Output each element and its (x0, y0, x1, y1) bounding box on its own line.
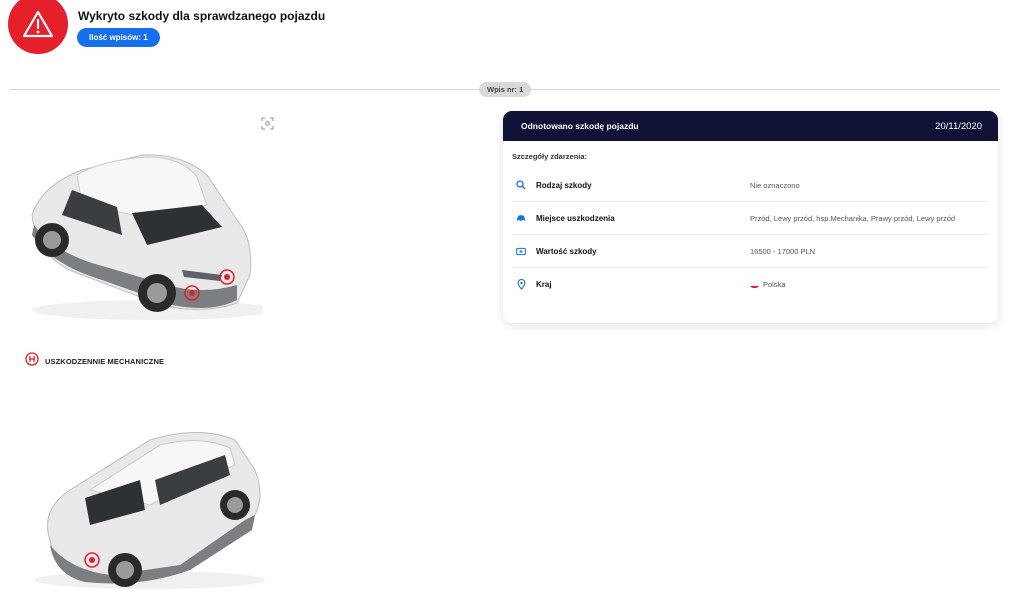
car-icon (516, 213, 526, 223)
car-image-rear (30, 420, 270, 595)
detail-label: Rodzaj szkody (536, 180, 592, 190)
detail-value-country: Polska (750, 280, 786, 289)
detail-row-damage-value: Wartość szkody 16500 - 17000 PLN (512, 235, 989, 268)
location-pin-icon (516, 279, 526, 290)
page-title: Wykryto szkody dla sprawdzanego pojazdu (78, 9, 326, 23)
card-date: 20/11/2020 (935, 120, 982, 132)
damage-legend: USZKODZENNIE MECHANICZNE (25, 352, 164, 371)
details-list: Rodzaj szkody Nie oznaczono Miejsce uszk… (512, 169, 989, 301)
mechanical-damage-icon (25, 352, 39, 371)
search-icon (516, 180, 526, 190)
card-subtitle: Szczegóły zdarzenia: (512, 152, 588, 161)
detail-value: 16500 - 17000 PLN (750, 246, 816, 256)
money-icon (516, 246, 526, 256)
card-header: Odnotowano szkodę pojazdu 20/11/2020 (503, 111, 998, 141)
fullscreen-icon[interactable] (261, 117, 274, 130)
poland-flag-icon (750, 282, 759, 288)
detail-value: Przód, Lewy przód, hsp.Mechanika, Prawy … (750, 213, 956, 223)
damage-details-card: Odnotowano szkodę pojazdu 20/11/2020 Szc… (503, 111, 998, 323)
entry-count-badge: Ilość wpisów: 1 (77, 28, 160, 47)
detail-row-country: Kraj Polska (512, 268, 989, 301)
detail-row-damage-type: Rodzaj szkody Nie oznaczono (512, 169, 989, 202)
entry-number-badge: Wpis nr: 1 (479, 82, 532, 97)
detail-value: Nie oznaczono (750, 180, 800, 190)
card-title: Odnotowano szkodę pojazdu (521, 121, 639, 131)
detail-label: Miejsce uszkodzenia (536, 213, 615, 223)
car-image-front (22, 145, 272, 330)
detail-label: Kraj (536, 280, 552, 289)
detail-label: Wartość szkody (536, 246, 597, 256)
country-name: Polska (763, 280, 786, 289)
damage-type-label: USZKODZENNIE MECHANICZNE (45, 357, 165, 366)
detail-row-damage-location: Miejsce uszkodzenia Przód, Lewy przód, h… (512, 202, 989, 235)
alert-icon (8, 0, 68, 54)
